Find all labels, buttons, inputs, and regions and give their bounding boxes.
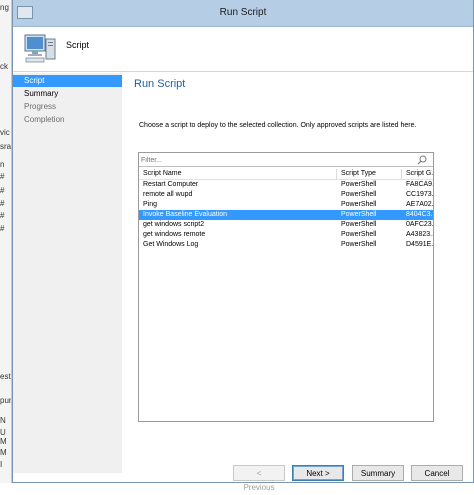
run-script-dialog: Run Script Script Script Summary Progres…	[12, 0, 474, 492]
table-row[interactable]: Get Windows Log PowerShell D4591E...	[139, 240, 433, 250]
background-app: ngckvicsran#####estpunNUMMI	[0, 0, 12, 483]
cell-script-type: PowerShell	[341, 211, 377, 218]
wizard-header-title: Script	[66, 40, 90, 50]
background-text-fragment: #	[0, 172, 5, 181]
cell-script-guid: A43823...	[406, 231, 433, 238]
search-icon[interactable]	[417, 155, 427, 165]
filter-input[interactable]	[141, 154, 411, 166]
summary-button[interactable]: Summary	[352, 465, 404, 481]
cell-script-type: PowerShell	[341, 201, 377, 208]
wizard-header: Script	[13, 27, 473, 72]
background-text-fragment: N	[0, 416, 6, 425]
background-text-fragment: #	[0, 224, 5, 233]
page-title: Run Script	[134, 78, 186, 90]
window-title: Run Script	[219, 7, 267, 18]
column-header-script-guid[interactable]: Script G...	[406, 168, 433, 180]
cell-script-name: Restart Computer	[143, 181, 199, 188]
table-row[interactable]: remote all wupd PowerShell CC1973...	[139, 190, 433, 200]
background-text-fragment: vic	[0, 128, 10, 137]
background-text-fragment: #	[0, 199, 5, 208]
table-row[interactable]: Invoke Baseline Evaluation PowerShell 8404…	[139, 210, 433, 220]
wizard-main: Run Script Choose a script to deploy to …	[122, 73, 473, 492]
background-text-fragment: M	[0, 437, 7, 446]
background-text-fragment: pun	[0, 396, 11, 405]
nav-item-progress: Progress	[24, 102, 57, 111]
cell-script-name: Ping	[143, 201, 158, 208]
cell-script-type: PowerShell	[341, 181, 377, 188]
cell-script-guid: AE7A02...	[406, 201, 433, 208]
script-table: Script Name Script Type Script G... Rest…	[139, 168, 433, 250]
cell-script-name: Invoke Baseline Evaluation	[143, 211, 228, 218]
nav-item-completion: Completion	[24, 115, 65, 124]
page-description: Choose a script to deploy to the selecte…	[139, 122, 417, 129]
previous-button[interactable]: < Previous	[233, 465, 285, 492]
background-text-fragment: ck	[0, 62, 8, 71]
cell-script-name: get windows script2	[143, 221, 205, 228]
filter-bar	[139, 153, 433, 167]
nav-item-summary[interactable]: Summary	[13, 88, 122, 100]
table-header: Script Name Script Type Script G...	[139, 168, 433, 180]
background-text-fragment: #	[0, 186, 5, 195]
cell-script-type: PowerShell	[341, 221, 377, 228]
cell-script-guid: D4591E...	[406, 241, 433, 248]
wizard-nav: Script Summary Progress Completion	[13, 73, 122, 473]
background-text-fragment: n	[0, 160, 5, 169]
background-text-fragment: M	[0, 448, 7, 457]
table-row[interactable]: Restart Computer PowerShell FA8CA9...	[139, 180, 433, 190]
background-text-fragment: ng	[0, 3, 9, 12]
cell-script-guid: FA8CA9...	[406, 181, 433, 188]
title-bar: Run Script	[13, 0, 473, 27]
background-text-fragment: #	[0, 211, 5, 220]
cell-script-name: get windows remote	[143, 231, 206, 238]
cell-script-type: PowerShell	[341, 191, 377, 198]
script-list: Script Name Script Type Script G... Rest…	[138, 152, 434, 422]
cell-script-guid: CC1973...	[406, 191, 433, 198]
cell-script-guid: 8404C3...	[406, 211, 433, 218]
background-text-fragment: I	[0, 460, 3, 469]
background-text-fragment: est	[0, 372, 11, 381]
cancel-button[interactable]: Cancel	[411, 465, 463, 481]
background-text-fragment: U	[0, 428, 6, 437]
cell-script-type: PowerShell	[341, 241, 377, 248]
column-header-script-type[interactable]: Script Type	[341, 168, 397, 180]
cell-script-name: Get Windows Log	[143, 241, 199, 248]
nav-item-script[interactable]: Script	[13, 75, 122, 87]
cell-script-name: remote all wupd	[143, 191, 193, 198]
computer-icon	[24, 34, 56, 63]
table-row[interactable]: get windows script2 PowerShell 0AFC23...	[139, 220, 433, 230]
cell-script-type: PowerShell	[341, 231, 377, 238]
background-text-fragment: sra	[0, 142, 12, 151]
table-row[interactable]: get windows remote PowerShell A43823...	[139, 230, 433, 240]
column-header-script-name[interactable]: Script Name	[143, 168, 333, 180]
table-row[interactable]: Ping PowerShell AE7A02...	[139, 200, 433, 210]
next-button[interactable]: Next >	[292, 465, 344, 481]
cell-script-guid: 0AFC23...	[406, 221, 433, 228]
